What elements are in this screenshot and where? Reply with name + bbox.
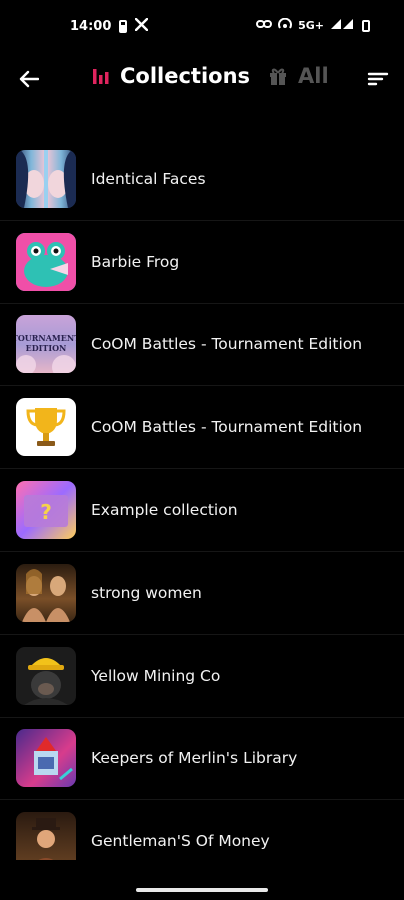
collection-item[interactable]: CoOM Battles - Tournament Edition — [0, 386, 404, 470]
collection-name: CoOM Battles - Tournament Edition — [91, 418, 363, 437]
collection-thumbnail — [16, 729, 76, 788]
hotspot-icon — [278, 17, 293, 33]
collection-item[interactable]: strong women — [0, 552, 404, 635]
collection-item[interactable]: Yellow Mining Co — [0, 635, 404, 718]
back-button[interactable] — [16, 66, 42, 92]
collection-name: Identical Faces — [91, 169, 206, 188]
tournament-thumbnail-text: TOURNAMENT — [16, 333, 76, 343]
battery-icon — [362, 19, 370, 32]
tab-all-label: All — [298, 64, 329, 88]
network-type: 5G+ — [298, 19, 324, 32]
collections-list: Identical Faces Barbie Frog TOURNAMENT — [0, 138, 404, 860]
sort-button[interactable] — [366, 67, 390, 91]
collection-thumbnail — [16, 149, 76, 208]
collection-thumbnail — [16, 812, 76, 860]
collection-thumbnail: TOURNAMENT EDITION — [16, 315, 76, 374]
collection-name: Keepers of Merlin's Library — [91, 749, 298, 768]
tab-collections-label: Collections — [120, 64, 251, 88]
collection-item[interactable]: Gentleman'S Of Money — [0, 800, 404, 860]
collection-name: Yellow Mining Co — [91, 666, 221, 685]
collection-name: strong women — [91, 583, 202, 602]
question-mark-icon: ? — [40, 500, 52, 524]
collection-name: Barbie Frog — [91, 252, 180, 271]
signal-icon — [330, 18, 356, 33]
status-time: 14:00 — [70, 19, 112, 34]
collection-thumbnail — [16, 398, 76, 457]
collection-thumbnail — [16, 232, 76, 291]
arrow-left-icon — [19, 70, 39, 88]
top-app-bar: Collections All — [0, 52, 404, 108]
home-indicator[interactable] — [136, 888, 268, 892]
trophy-icon — [26, 408, 66, 447]
collection-item[interactable]: Barbie Frog — [0, 221, 404, 304]
x-app-icon — [135, 17, 149, 35]
collection-name: Example collection — [91, 501, 238, 520]
link-icon — [256, 19, 273, 32]
collection-thumbnail — [16, 563, 76, 622]
bar-chart-icon — [93, 69, 109, 84]
collection-item[interactable]: ? Example collection — [0, 469, 404, 552]
collection-thumbnail: ? — [16, 481, 76, 540]
collection-thumbnail — [16, 646, 76, 705]
tab-all[interactable]: All — [268, 64, 329, 88]
sort-lines-icon — [367, 72, 389, 86]
collection-item[interactable]: Identical Faces — [0, 138, 404, 221]
tab-collections[interactable]: Collections — [92, 64, 250, 88]
status-bar: 14:00 5G+ — [0, 0, 404, 52]
svg-text:EDITION: EDITION — [26, 343, 67, 353]
collection-item[interactable]: Keepers of Merlin's Library — [0, 718, 404, 801]
collection-name: Gentleman'S Of Money — [91, 832, 270, 851]
battery-saver-icon — [119, 20, 128, 33]
collection-name: CoOM Battles - Tournament Edition — [91, 335, 363, 354]
gift-icon — [270, 68, 286, 85]
collection-item[interactable]: TOURNAMENT EDITION CoOM Battles - Tourna… — [0, 304, 404, 387]
